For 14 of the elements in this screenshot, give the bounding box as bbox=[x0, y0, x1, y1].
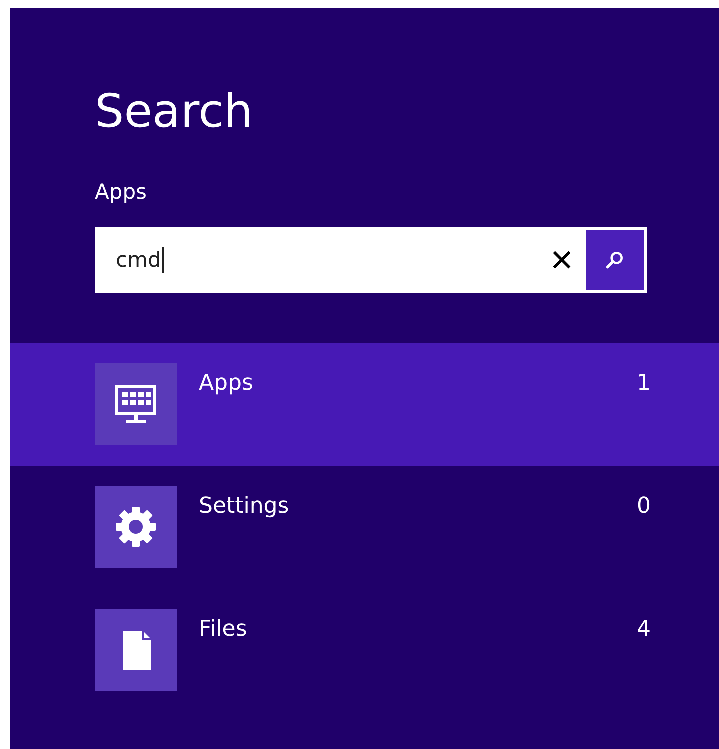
result-count: 1 bbox=[637, 371, 651, 396]
search-scope-label: Apps bbox=[95, 179, 148, 205]
close-icon bbox=[551, 249, 573, 271]
result-category[interactable]: Files 4 bbox=[10, 589, 719, 712]
category-label: Settings bbox=[199, 494, 290, 519]
category-label: Apps bbox=[199, 371, 254, 396]
result-count: 4 bbox=[637, 617, 651, 642]
category-label: Files bbox=[199, 617, 248, 642]
panel-title: Search bbox=[95, 83, 254, 139]
search-icon bbox=[604, 249, 626, 271]
search-button[interactable] bbox=[586, 230, 644, 290]
result-category[interactable]: Apps 1 bbox=[10, 343, 719, 466]
result-category[interactable]: Settings 0 bbox=[10, 466, 719, 589]
result-count: 0 bbox=[637, 494, 651, 519]
